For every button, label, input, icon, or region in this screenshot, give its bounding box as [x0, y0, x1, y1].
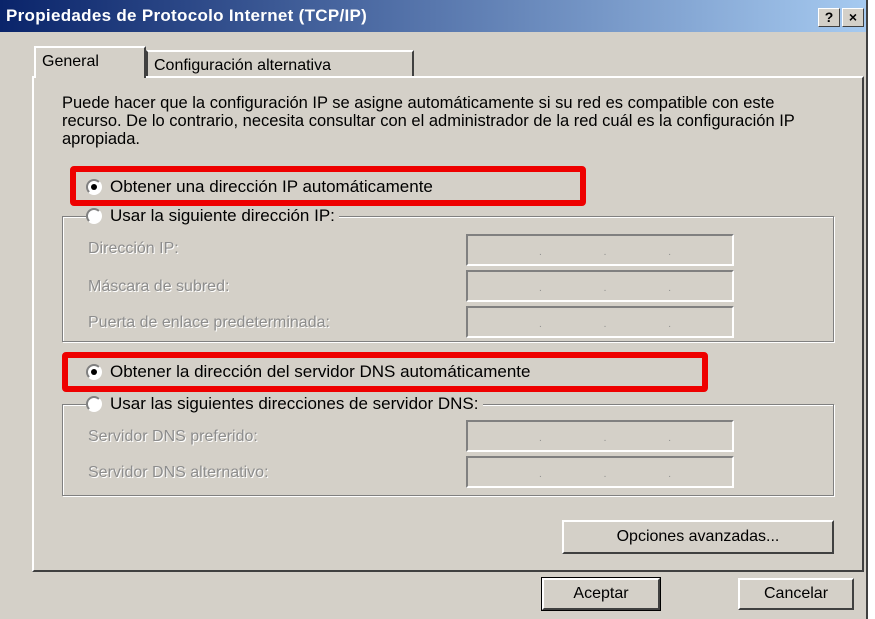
gateway-field: ... — [466, 306, 734, 338]
preferred-dns-label: Servidor DNS preferido: — [88, 428, 258, 445]
dns-auto-highlight — [62, 352, 708, 392]
ip-manual-label: Usar la siguiente dirección IP: — [110, 206, 335, 225]
tab-general[interactable]: General — [34, 46, 146, 78]
dns-manual-radio[interactable] — [86, 396, 102, 412]
tcpip-properties-dialog: Propiedades de Protocolo Internet (TCP/I… — [0, 0, 868, 619]
advanced-options-button[interactable]: Opciones avanzadas... — [562, 520, 834, 554]
tab-configuracion-alternativa[interactable]: Configuración alternativa — [146, 50, 414, 76]
ip-address-field: ... — [466, 234, 734, 266]
ip-auto-highlight — [70, 166, 586, 206]
description-text: Puede hacer que la configuración IP se a… — [62, 94, 795, 148]
window-title: Propiedades de Protocolo Internet (TCP/I… — [6, 6, 368, 25]
ok-button[interactable]: Aceptar — [541, 577, 661, 611]
tab-alternativa-label: Configuración alternativa — [154, 57, 331, 74]
help-button[interactable]: ? — [818, 8, 840, 27]
cancel-button[interactable]: Cancelar — [738, 578, 854, 610]
title-bar[interactable]: Propiedades de Protocolo Internet (TCP/I… — [0, 0, 866, 32]
ip-address-label: Dirección IP: — [88, 240, 179, 257]
ip-manual-option[interactable]: Usar la siguiente dirección IP: — [86, 206, 339, 226]
tab-general-label: General — [42, 53, 99, 70]
subnet-mask-field: ... — [466, 270, 734, 302]
preferred-dns-field: ... — [466, 420, 734, 452]
dns-manual-option[interactable]: Usar las siguientes direcciones de servi… — [86, 394, 483, 414]
gateway-label: Puerta de enlace predeterminada: — [88, 314, 330, 331]
close-button[interactable]: × — [842, 8, 864, 27]
subnet-mask-label: Máscara de subred: — [88, 278, 230, 295]
alternate-dns-label: Servidor DNS alternativo: — [88, 464, 269, 481]
ip-manual-radio[interactable] — [86, 208, 102, 224]
alternate-dns-field: ... — [466, 456, 734, 488]
dns-manual-label: Usar las siguientes direcciones de servi… — [110, 394, 479, 413]
